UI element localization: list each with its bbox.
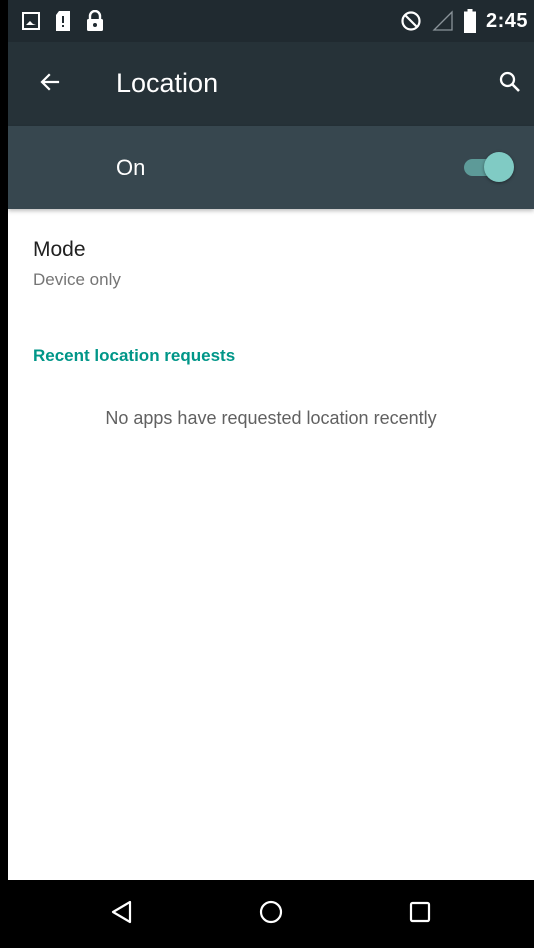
- toolbar: Location: [8, 42, 534, 126]
- nav-recents-button[interactable]: [390, 884, 450, 944]
- search-icon: [498, 70, 522, 99]
- screen: 2:45 Location On Mode Device only Recent…: [0, 0, 534, 948]
- switch-label: On: [116, 155, 146, 180]
- lock-icon: [86, 10, 104, 32]
- nav-home-button[interactable]: [241, 884, 301, 944]
- image-icon: [22, 12, 40, 30]
- toggle-thumb: [484, 152, 514, 182]
- mode-summary: Device only: [33, 270, 121, 289]
- page-title: Location: [116, 68, 219, 98]
- status-time: 2:45: [485, 9, 528, 32]
- navigation-bar: [8, 880, 534, 948]
- back-button[interactable]: [30, 64, 70, 104]
- arrow-back-icon: [38, 70, 62, 99]
- recents-icon: [408, 900, 432, 929]
- sd-card-icon: [54, 10, 72, 32]
- status-left-icons: [22, 10, 104, 32]
- recent-requests-empty-text: No apps have requested location recently: [105, 408, 437, 428]
- location-toggle-switch[interactable]: [460, 151, 518, 183]
- status-bar: 2:45: [8, 0, 534, 42]
- home-icon: [258, 899, 284, 930]
- location-master-switch-bar[interactable]: On: [8, 126, 534, 209]
- recent-requests-header: Recent location requests: [33, 346, 236, 365]
- mode-title: Mode: [33, 238, 86, 261]
- back-icon: [109, 899, 135, 930]
- do-not-disturb-icon: [400, 10, 422, 32]
- status-right-icons: 2:45: [400, 9, 528, 33]
- mode-preference[interactable]: Mode Device only: [8, 222, 534, 306]
- nav-back-button[interactable]: [92, 884, 152, 944]
- signal-icon: [432, 10, 454, 32]
- search-button[interactable]: [490, 64, 530, 104]
- battery-icon: [463, 9, 476, 33]
